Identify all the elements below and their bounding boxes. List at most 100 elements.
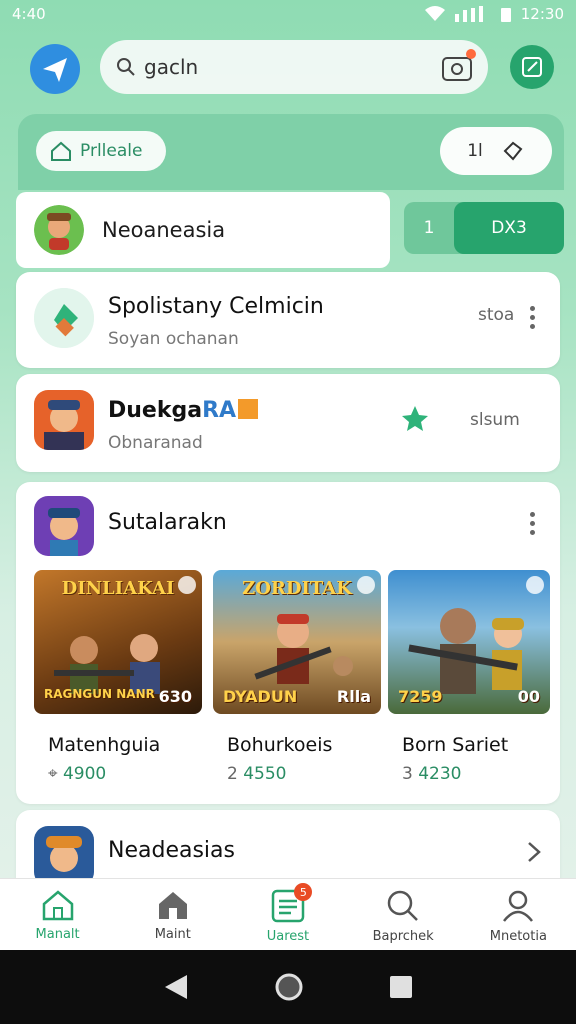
item-meta: stoa bbox=[478, 305, 515, 325]
tab-first[interactable]: 1 bbox=[404, 202, 454, 254]
search-icon bbox=[387, 890, 419, 921]
avatar bbox=[34, 205, 84, 255]
status-icons: 12:30 bbox=[424, 5, 564, 23]
caption-right: Rlla bbox=[336, 687, 371, 706]
game-tile[interactable]: 7259 00 Born Sariet 3 4230 bbox=[388, 570, 550, 784]
search-input[interactable]: gacln bbox=[144, 55, 434, 79]
nav-item-main[interactable]: Maint bbox=[115, 879, 230, 950]
send-button[interactable] bbox=[30, 44, 80, 94]
game-thumbnail-caption: RAGNGUN NANR 630 bbox=[44, 687, 192, 706]
action-chip-label: 1l bbox=[467, 141, 483, 161]
chevron-right-icon[interactable] bbox=[526, 840, 542, 864]
game-name: Matenhguia bbox=[48, 734, 161, 756]
nav-item-home[interactable]: Manalt bbox=[0, 879, 115, 950]
item-title-badge: RA bbox=[202, 398, 237, 423]
search-icon bbox=[117, 58, 135, 76]
caption-left: 7259 bbox=[398, 687, 443, 706]
game-thumbnail-title: ZORDITAK bbox=[242, 578, 352, 599]
game-thumbnail: ZORDITAK DYADUN Rlla bbox=[213, 570, 381, 714]
home-icon bbox=[42, 890, 73, 921]
game-thumbnail-caption: 7259 00 bbox=[398, 687, 540, 706]
caption-left: DYADUN bbox=[223, 687, 298, 706]
notification-badge: 5 bbox=[294, 883, 313, 901]
section-title: Sutalarakn bbox=[108, 510, 227, 535]
game-score: 3 4230 bbox=[402, 764, 462, 784]
list-card[interactable]: Spolistany Celmicin Soyan ochanan stoa bbox=[16, 272, 560, 368]
caption-right: 00 bbox=[517, 687, 540, 706]
caption-left: RAGNGUN NANR bbox=[44, 687, 155, 701]
more-icon[interactable] bbox=[530, 306, 536, 329]
avatar bbox=[34, 288, 94, 348]
status-time-right: 12:30 bbox=[520, 5, 564, 23]
avatar bbox=[34, 390, 94, 450]
item-title: DuekgaRA bbox=[108, 398, 259, 423]
more-icon[interactable] bbox=[530, 512, 536, 535]
star-icon[interactable] bbox=[400, 404, 430, 434]
back-icon[interactable] bbox=[163, 973, 189, 1001]
system-nav-bar bbox=[0, 950, 576, 1024]
person-icon bbox=[503, 890, 534, 922]
link-icon bbox=[503, 141, 523, 161]
recents-icon[interactable] bbox=[389, 975, 413, 999]
item-title: Spolistany Celmicin bbox=[108, 294, 324, 319]
nav-label: Uarest bbox=[266, 929, 310, 944]
score-value: 4550 bbox=[243, 764, 287, 784]
segment-tabs: 1 DX3 bbox=[404, 202, 564, 254]
notification-dot bbox=[466, 49, 476, 59]
score-value: 4900 bbox=[62, 764, 107, 784]
game-score: 2 4550 bbox=[227, 764, 287, 784]
send-icon bbox=[30, 44, 80, 94]
status-bar: 4:40 12:30 bbox=[0, 0, 576, 28]
game-thumbnail: DINLIAKAI RAGNGUN NANR 630 bbox=[34, 570, 202, 714]
game-tile[interactable]: ZORDITAK DYADUN Rlla Bohurkoeis 2 4550 bbox=[213, 570, 381, 784]
compose-button[interactable] bbox=[510, 45, 554, 89]
item-name: Neoaneasia bbox=[102, 218, 226, 242]
action-chip[interactable]: 1l bbox=[440, 127, 552, 175]
nav-label: Maint bbox=[154, 927, 191, 942]
signal-icon bbox=[454, 6, 483, 22]
tab-second[interactable]: DX3 bbox=[454, 202, 564, 254]
badge-icon bbox=[526, 576, 544, 594]
avatar bbox=[34, 826, 94, 886]
house-icon bbox=[158, 892, 187, 919]
item-subtitle: Soyan ochanan bbox=[108, 329, 239, 349]
item-subtitle: Obnaranad bbox=[108, 433, 203, 453]
camera-button[interactable] bbox=[442, 49, 476, 81]
badge-icon bbox=[357, 576, 375, 594]
badge-icon bbox=[178, 576, 196, 594]
game-thumbnail-caption: DYADUN Rlla bbox=[223, 687, 371, 706]
item-title: Neadeasias bbox=[108, 838, 235, 863]
list-item[interactable]: Neoaneasia bbox=[16, 192, 390, 268]
nav-item-list[interactable]: 5 Uarest bbox=[230, 879, 345, 950]
games-card: Sutalarakn DINLIAKAI RAGNGUN NANR 630 Mat… bbox=[16, 482, 560, 804]
item-title-square bbox=[238, 399, 259, 419]
top-bar: gacln bbox=[0, 40, 576, 96]
game-score: ⌖ 4900 bbox=[48, 764, 106, 784]
wifi-icon bbox=[424, 6, 445, 21]
nav-label: Mnetotia bbox=[489, 929, 547, 944]
search-bar[interactable]: gacln bbox=[100, 40, 488, 94]
home-circle-icon[interactable] bbox=[275, 973, 303, 1001]
item-meta: slsum bbox=[470, 410, 520, 430]
score-prefix: 2 bbox=[227, 764, 238, 784]
status-time-left: 4:40 bbox=[12, 5, 46, 23]
nav-label: Baprchek bbox=[372, 929, 434, 944]
game-thumbnail: 7259 00 bbox=[388, 570, 550, 714]
nav-item-profile[interactable]: Mnetotia bbox=[461, 879, 576, 950]
bottom-nav: Manalt Maint 5 Uarest Baprchek Mnetotia bbox=[0, 878, 576, 950]
game-name: Bohurkoeis bbox=[227, 734, 333, 756]
nav-item-search[interactable]: Baprchek bbox=[346, 879, 461, 950]
score-prefix: 3 bbox=[402, 764, 413, 784]
private-chip[interactable]: Prlleale bbox=[36, 131, 166, 171]
nav-label: Manalt bbox=[35, 927, 80, 942]
score-value: 4230 bbox=[418, 764, 462, 784]
edit-icon bbox=[522, 57, 542, 77]
list-card[interactable]: DuekgaRA Obnaranad slsum bbox=[16, 374, 560, 472]
home-icon bbox=[51, 141, 71, 161]
item-title-text: Duekga bbox=[108, 398, 203, 423]
game-thumbnail-title: DINLIAKAI bbox=[61, 578, 175, 599]
private-chip-label: Prlleale bbox=[80, 141, 143, 161]
avatar bbox=[34, 496, 94, 556]
battery-icon bbox=[500, 8, 511, 22]
game-tile[interactable]: DINLIAKAI RAGNGUN NANR 630 Matenhguia ⌖ 4… bbox=[34, 570, 202, 784]
